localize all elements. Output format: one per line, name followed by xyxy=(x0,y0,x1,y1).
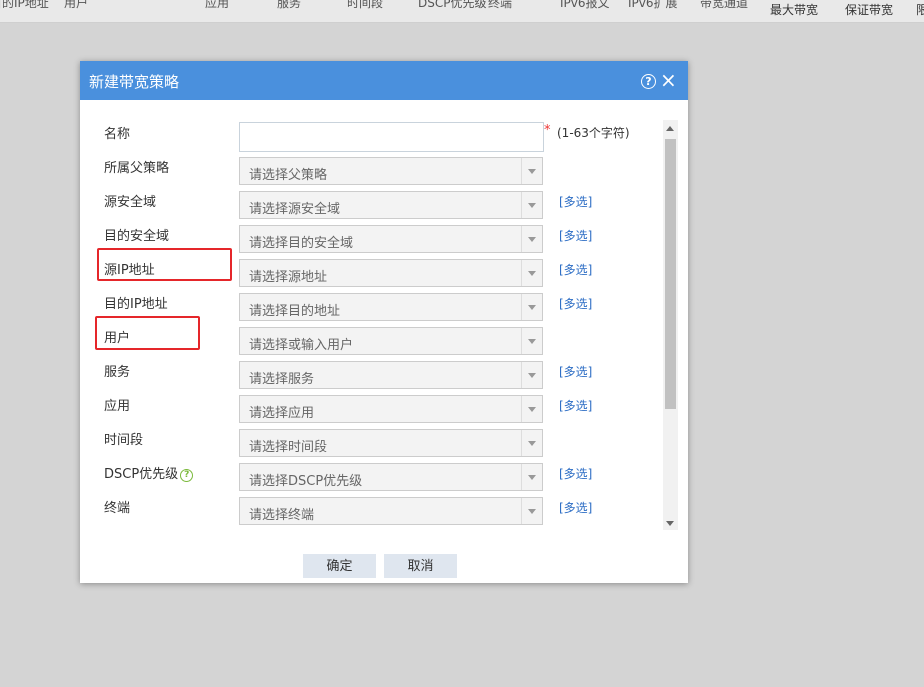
col-header-limit: 限 xyxy=(916,3,924,17)
name-length-hint: (1-63个字符) xyxy=(557,126,630,140)
dscp-label-text: DSCP优先级 xyxy=(104,467,179,482)
required-mark: * xyxy=(544,123,551,138)
highlight-box-source-ip xyxy=(97,248,232,281)
app-placeholder: 请选择应用 xyxy=(249,406,315,421)
chevron-down-icon[interactable] xyxy=(521,430,542,456)
close-icon[interactable]: × xyxy=(660,68,677,92)
source-zone-multi-select-link[interactable]: [多选] xyxy=(559,193,592,210)
terminal-multi-select-link[interactable]: [多选] xyxy=(559,499,592,516)
terminal-label: 终端 xyxy=(104,501,131,516)
help-icon[interactable]: ? xyxy=(641,74,656,89)
dscp-label: DSCP优先级? xyxy=(104,463,194,482)
name-input[interactable] xyxy=(239,122,544,152)
chevron-down-icon[interactable] xyxy=(521,294,542,320)
dscp-multi-select-link[interactable]: [多选] xyxy=(559,465,592,482)
chevron-down-icon[interactable] xyxy=(521,362,542,388)
dest-ip-multi-select-link[interactable]: [多选] xyxy=(559,295,592,312)
time-range-placeholder: 请选择时间段 xyxy=(249,440,328,455)
dest-zone-placeholder: 请选择目的安全域 xyxy=(249,236,354,251)
chevron-down-icon[interactable] xyxy=(521,192,542,218)
scroll-down-arrow-icon[interactable] xyxy=(666,521,674,526)
new-bandwidth-policy-dialog: 新建带宽策略 ? × 名称 * (1-63个字符) 所属父策略 请选择父策略 源… xyxy=(80,61,688,583)
scroll-up-arrow-icon[interactable] xyxy=(666,126,674,131)
source-zone-placeholder: 请选择源安全域 xyxy=(249,202,341,217)
app-label: 应用 xyxy=(104,399,131,414)
service-select[interactable]: 请选择服务 xyxy=(239,361,543,389)
terminal-select[interactable]: 请选择终端 xyxy=(239,497,543,525)
dest-zone-select[interactable]: 请选择目的安全域 xyxy=(239,225,543,253)
source-ip-select[interactable]: 请选择源地址 xyxy=(239,259,543,287)
col-header-terminal: 终端 xyxy=(488,0,513,10)
background-table-header: 目的IP地址 用户 应用 服务 时间段 DSCP优先级 终端 IPv6报文 IP… xyxy=(0,0,924,23)
col-header-time: 时间段 xyxy=(347,0,384,10)
col-header-service: 服务 xyxy=(277,0,302,10)
service-label: 服务 xyxy=(104,365,131,380)
parent-policy-label: 所属父策略 xyxy=(104,161,170,176)
dialog-titlebar: 新建带宽策略 ? × xyxy=(80,61,688,100)
source-ip-placeholder: 请选择源地址 xyxy=(249,270,328,285)
chevron-down-icon[interactable] xyxy=(521,158,542,184)
dest-ip-placeholder: 请选择目的地址 xyxy=(249,304,341,319)
chevron-down-icon[interactable] xyxy=(521,464,542,490)
col-header-channel: 带宽通道 xyxy=(700,0,749,10)
app-multi-select-link[interactable]: [多选] xyxy=(559,397,592,414)
dest-zone-label: 目的安全域 xyxy=(104,229,170,244)
time-range-select[interactable]: 请选择时间段 xyxy=(239,429,543,457)
terminal-placeholder: 请选择终端 xyxy=(249,508,315,523)
col-header-guar-bw: 保证带宽 xyxy=(845,3,894,17)
col-header-max-bw: 最大带宽 xyxy=(770,3,819,17)
dscp-placeholder: 请选择DSCP优先级 xyxy=(249,474,363,489)
ok-button[interactable]: 确定 xyxy=(303,554,376,578)
parent-policy-placeholder: 请选择父策略 xyxy=(249,168,328,183)
source-zone-select[interactable]: 请选择源安全域 xyxy=(239,191,543,219)
form-scrollbar[interactable] xyxy=(663,120,678,530)
chevron-down-icon[interactable] xyxy=(521,498,542,524)
chevron-down-icon[interactable] xyxy=(521,226,542,252)
cancel-button[interactable]: 取消 xyxy=(384,554,457,578)
dscp-help-icon[interactable]: ? xyxy=(180,469,194,482)
user-select[interactable]: 请选择或输入用户 xyxy=(239,327,543,355)
dialog-title: 新建带宽策略 xyxy=(89,73,180,91)
scrollbar-thumb[interactable] xyxy=(665,139,676,409)
col-header-app: 应用 xyxy=(205,0,230,10)
col-header-user: 用户 xyxy=(64,0,89,10)
highlight-box-user xyxy=(95,316,200,350)
dscp-select[interactable]: 请选择DSCP优先级 xyxy=(239,463,543,491)
source-zone-label: 源安全域 xyxy=(104,195,157,210)
col-header-ipv6-ext: IPv6扩展 xyxy=(628,0,678,10)
chevron-down-icon[interactable] xyxy=(521,396,542,422)
name-label: 名称 xyxy=(104,127,131,142)
dest-ip-label: 目的IP地址 xyxy=(104,297,168,312)
app-select[interactable]: 请选择应用 xyxy=(239,395,543,423)
service-multi-select-link[interactable]: [多选] xyxy=(559,363,592,380)
time-range-label: 时间段 xyxy=(104,433,144,448)
dest-ip-select[interactable]: 请选择目的地址 xyxy=(239,293,543,321)
source-ip-multi-select-link[interactable]: [多选] xyxy=(559,261,592,278)
user-placeholder: 请选择或输入用户 xyxy=(249,338,354,353)
col-header-ipv6: IPv6报文 xyxy=(560,0,610,10)
parent-policy-select[interactable]: 请选择父策略 xyxy=(239,157,543,185)
chevron-down-icon[interactable] xyxy=(521,328,542,354)
col-header-dscp: DSCP优先级 xyxy=(418,0,487,10)
service-placeholder: 请选择服务 xyxy=(249,372,315,387)
chevron-down-icon[interactable] xyxy=(521,260,542,286)
dest-zone-multi-select-link[interactable]: [多选] xyxy=(559,227,592,244)
col-header-dest-ip: 目的IP地址 xyxy=(0,0,49,10)
